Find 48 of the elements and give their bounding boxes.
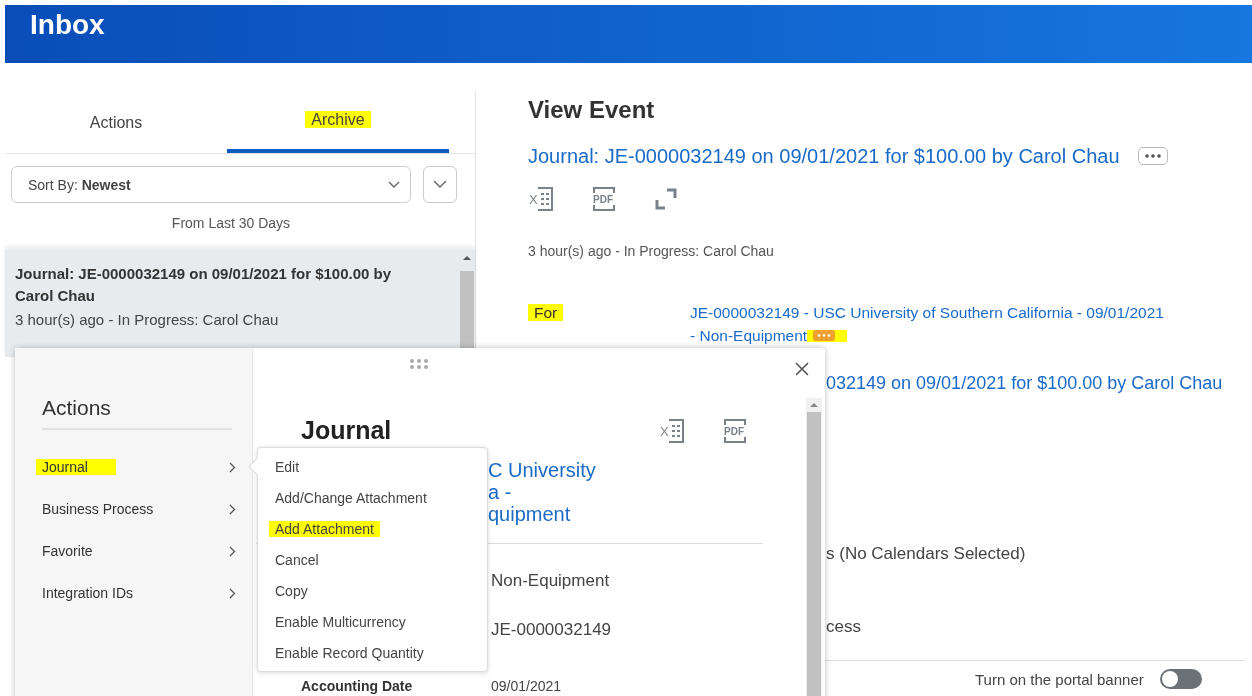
more-icon — [1144, 154, 1161, 158]
page-title: Inbox — [30, 9, 105, 41]
scroll-up-arrow-icon[interactable] — [809, 402, 819, 408]
popup-title: Journal — [301, 416, 392, 445]
field-value-link[interactable]: JE-0000032149 - USC University of Southern California - 09/01/2021 — [690, 301, 1164, 324]
action-category[interactable]: Business Process — [36, 501, 160, 517]
action-category[interactable]: Favorite — [36, 543, 99, 559]
event-status: 3 hour(s) ago - In Progress: Carol Chau — [528, 242, 775, 261]
tab[interactable]: Actions — [5, 90, 227, 153]
menu-item[interactable]: Add Attachment — [269, 520, 380, 537]
menu-item[interactable]: Cancel — [269, 551, 325, 568]
chevron-right-icon[interactable] — [229, 587, 236, 599]
field-value-link[interactable]: - Non-Equipment — [690, 324, 808, 347]
scrollbar[interactable] — [806, 398, 822, 696]
toggle-label: Turn on the portal banner — [975, 670, 1144, 688]
action-category[interactable]: Journal — [36, 459, 116, 475]
sort-dropdown[interactable]: Sort By: Newest — [11, 166, 411, 203]
action-category[interactable]: Integration IDs — [36, 585, 140, 601]
event-title-link[interactable]: Journal: JE-0000032149 on 09/01/2021 for $100.00 by Carol Chau — [528, 143, 1120, 169]
more-options-button[interactable] — [1137, 147, 1168, 165]
field-value: cess — [826, 616, 861, 638]
filter-note: From Last 30 Days — [170, 215, 292, 231]
scroll-up-arrow-icon[interactable] — [462, 255, 472, 261]
chevron-down-icon — [388, 180, 400, 189]
menu-item[interactable]: Edit — [269, 458, 306, 475]
inbox-item[interactable]: Journal: JE-0000032149 on 09/01/2021 for $100.00 by Carol Chau 3 hour(s) ago - In Progress: Carol Chau — [5, 249, 459, 357]
popup-heading: Actions — [42, 396, 232, 430]
menu-item[interactable]: Enable Record Quantity — [269, 644, 430, 661]
drag-handle-icon[interactable] — [409, 358, 429, 370]
chevron-right-icon[interactable] — [229, 461, 236, 473]
journal-link[interactable]: C University a - quipment — [488, 459, 596, 525]
related-link[interactable]: 032149 on 09/01/2021 for $100.00 by Carol Chau — [826, 371, 1223, 395]
chevron-right-icon[interactable] — [229, 503, 236, 515]
field-value: JE-0000032149 — [491, 619, 612, 641]
close-icon[interactable] — [795, 362, 809, 376]
toggle-switch[interactable] — [1159, 669, 1202, 689]
chevron-right-icon[interactable] — [229, 545, 236, 557]
field-value: Non-Equipment — [491, 570, 610, 592]
menu-item[interactable]: Enable Multicurrency — [269, 613, 412, 630]
tab[interactable]: Archive — [227, 90, 449, 153]
field-label: Accounting Date — [301, 678, 414, 694]
chevron-down-icon — [433, 180, 447, 189]
event-heading: View Event — [528, 95, 656, 125]
field-value: s (No Calendars Selected) — [826, 543, 1026, 565]
menu-item[interactable]: Copy — [269, 582, 314, 599]
menu-item[interactable]: Add/Change Attachment — [269, 489, 433, 506]
field-value: 09/01/2021 — [491, 678, 562, 694]
field-label: For — [528, 304, 564, 321]
